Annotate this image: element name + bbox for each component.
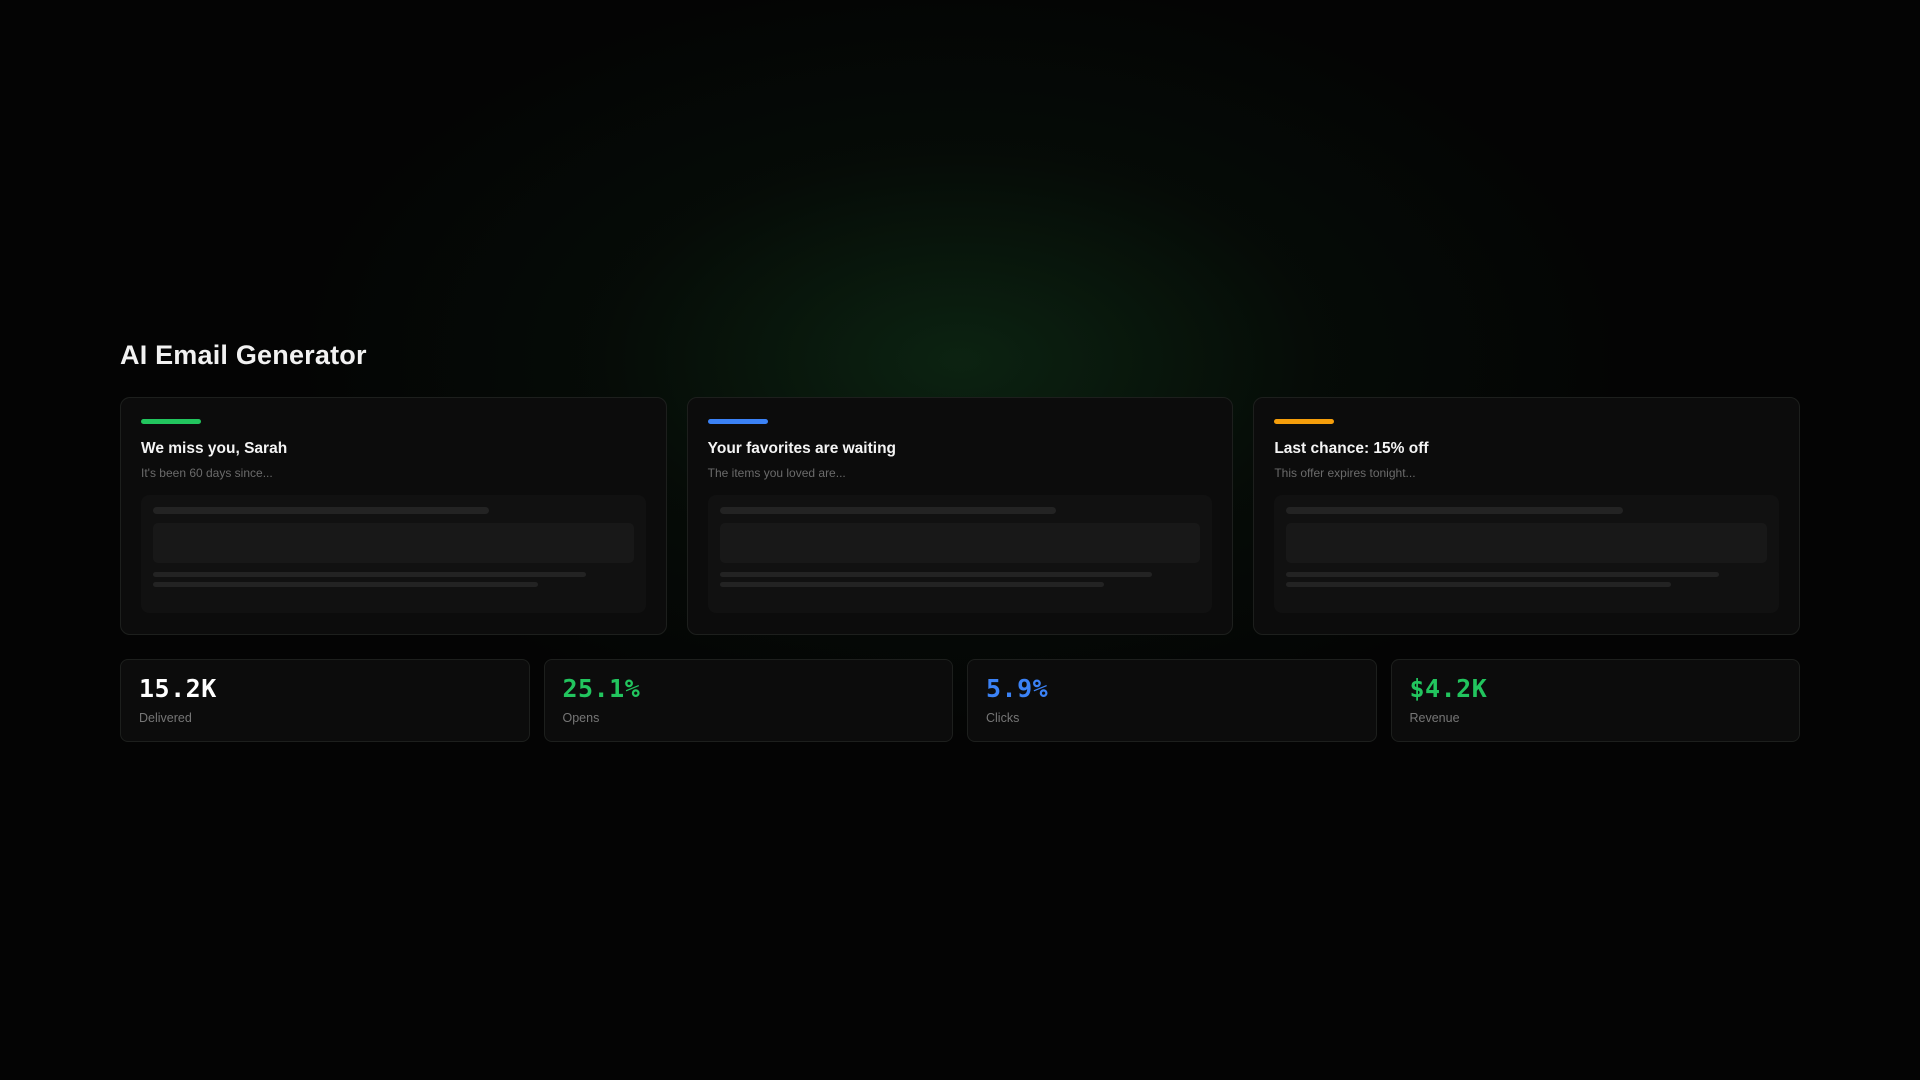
email-subject: Last chance: 15% off — [1274, 440, 1429, 457]
app-stage: AI Email Generator We miss you, Sarah It… — [0, 0, 1920, 1080]
skeleton-block — [1286, 523, 1768, 563]
stat-clicks: 5.9% Clicks — [967, 659, 1377, 742]
stat-delivered: 15.2K Delivered — [120, 659, 530, 742]
email-body-preview — [707, 495, 1213, 613]
stat-opens: 25.1% Opens — [543, 659, 953, 742]
email-card-winback[interactable]: We miss you, Sarah It's been 60 days sin… — [120, 397, 667, 635]
email-card-favorites[interactable]: Your favorites are waiting The items you… — [686, 397, 1234, 635]
skeleton-line — [153, 582, 538, 587]
email-subject: Your favorites are waiting — [707, 440, 897, 457]
stat-value: $4.2K — [1409, 674, 1488, 703]
skeleton-block — [153, 523, 634, 563]
stat-label: Clicks — [986, 711, 1020, 725]
skeleton-line — [719, 507, 1057, 514]
stat-value: 15.2K — [139, 674, 217, 703]
skeleton-line — [1286, 572, 1719, 577]
email-variant-list: We miss you, Sarah It's been 60 days sin… — [120, 397, 1801, 635]
card-accent-bar — [707, 419, 768, 424]
stat-revenue: $4.2K Revenue — [1390, 659, 1800, 742]
email-preview-text: It's been 60 days since... — [141, 466, 273, 480]
email-body-preview — [1274, 495, 1780, 613]
page-title: AI Email Generator — [120, 340, 367, 370]
metrics-row: 15.2K Delivered 25.1% Opens 5.9% Clicks … — [120, 659, 1800, 742]
card-accent-bar — [141, 419, 201, 424]
skeleton-line — [1286, 582, 1671, 587]
email-preview-text: The items you loved are... — [707, 466, 846, 480]
skeleton-line — [719, 582, 1105, 587]
skeleton-line — [153, 507, 490, 514]
stat-label: Delivered — [139, 711, 192, 725]
stat-label: Opens — [562, 711, 600, 725]
email-card-last-chance[interactable]: Last chance: 15% off This offer expires … — [1253, 397, 1801, 635]
card-accent-bar — [1274, 419, 1335, 424]
email-subject: We miss you, Sarah — [141, 440, 288, 457]
email-body-preview — [141, 495, 646, 613]
skeleton-line — [153, 572, 586, 577]
stat-label: Revenue — [1409, 711, 1460, 725]
stat-value: 25.1% — [562, 674, 641, 703]
email-preview-text: This offer expires tonight... — [1274, 466, 1416, 480]
skeleton-line — [719, 572, 1153, 577]
stat-value: 5.9% — [986, 674, 1049, 703]
skeleton-line — [1286, 507, 1623, 514]
skeleton-block — [719, 523, 1201, 563]
